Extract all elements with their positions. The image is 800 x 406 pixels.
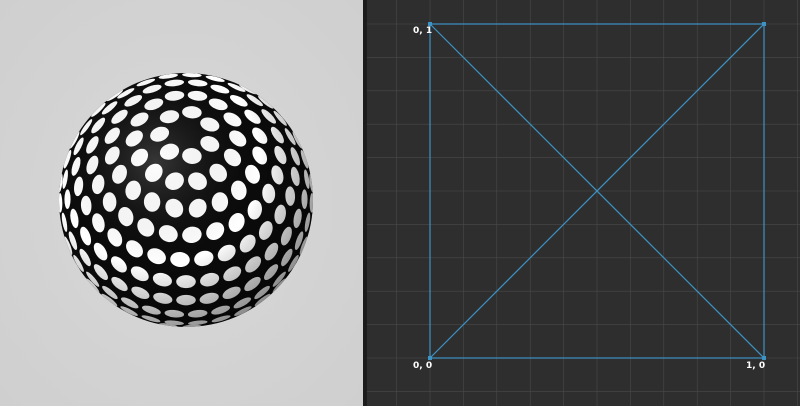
- material-preview-viewport[interactable]: [0, 0, 363, 406]
- uv-vertex-bottom-left[interactable]: [428, 356, 432, 360]
- uv-background: [367, 0, 800, 406]
- uv-coord-label-bottom-left: 0, 0: [413, 361, 433, 371]
- uv-coord-label-top-left: 0, 1: [413, 26, 433, 36]
- uv-canvas[interactable]: [367, 0, 800, 406]
- uv-editor-panel[interactable]: 0, 1 0, 0 1, 0: [367, 0, 800, 406]
- sphere-shading: [59, 73, 313, 327]
- uv-coord-label-bottom-right: 1, 0: [746, 361, 766, 371]
- uv-vertex-top-right[interactable]: [762, 22, 766, 26]
- uv-vertex-bottom-right[interactable]: [762, 356, 766, 360]
- app-window: 0, 1 0, 0 1, 0: [0, 0, 800, 406]
- preview-canvas[interactable]: [0, 0, 363, 406]
